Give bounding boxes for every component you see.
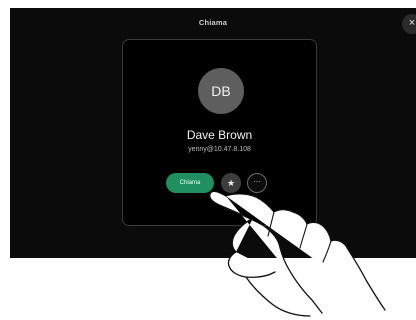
favorite-star-icon[interactable]: ★ [221,173,241,193]
contact-card: DB Dave Brown yenny@10.47.8.108 Chiama ★… [122,39,317,226]
device-stage: Chiama × DB Dave Brown yenny@10.47.8.108… [0,0,416,320]
touch-screen: Chiama × DB Dave Brown yenny@10.47.8.108… [10,8,416,258]
avatar: DB [198,68,244,114]
contact-name: Dave Brown [186,128,253,142]
more-options-icon[interactable]: ··· [247,173,267,193]
call-button[interactable]: Chiama [166,173,214,193]
contact-address: yenny@10.47.8.108 [188,146,251,153]
screen-title: Chiama [198,18,228,27]
close-icon[interactable]: × [402,14,416,34]
